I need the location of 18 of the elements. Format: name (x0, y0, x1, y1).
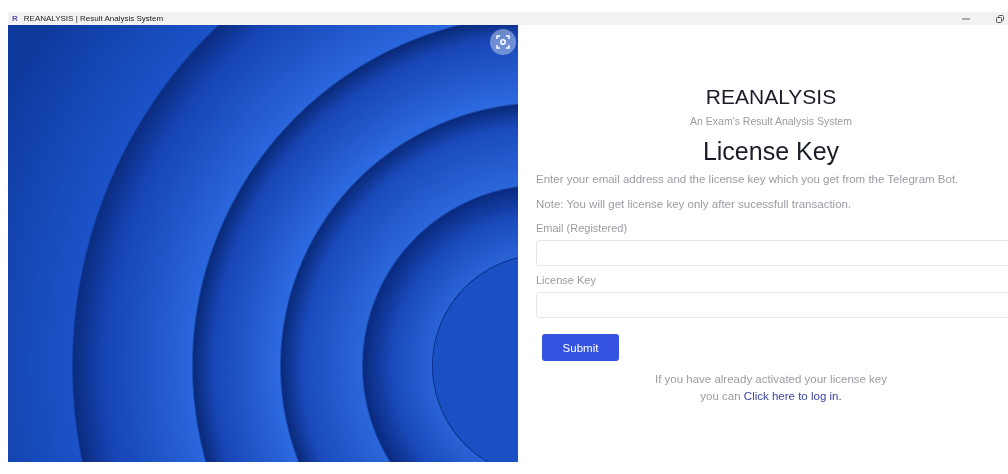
submit-button[interactable]: Submit (542, 334, 619, 361)
instruction-text: Note: You will get license key only after sucessfull transaction. (536, 198, 853, 210)
window-title: REANALYSIS | Result Analysis System (23, 14, 165, 23)
app-brand-title: REANALYSIS (704, 85, 838, 109)
minimize-icon[interactable] (962, 17, 970, 20)
input-field[interactable] (536, 240, 1008, 266)
tagline: An Exam's Result Analysis System (689, 115, 853, 127)
field-label: License Key (536, 274, 597, 286)
login-link[interactable]: Click here to log in. (743, 390, 842, 402)
input-field[interactable] (536, 292, 1008, 318)
screen-capture-button[interactable] (490, 29, 516, 55)
focus-frame-icon (496, 35, 510, 49)
app-logo: R (12, 14, 18, 23)
page-heading: License Key (701, 137, 841, 166)
login-prompt-text: If you have already activated your license key you can Click here to log in. (653, 372, 888, 404)
restore-icon[interactable] (996, 14, 1004, 23)
instruction-text: Enter your email address and the license key which you get from the Telegram Bot. (536, 173, 960, 185)
field-label: Email (Registered) (536, 222, 629, 234)
